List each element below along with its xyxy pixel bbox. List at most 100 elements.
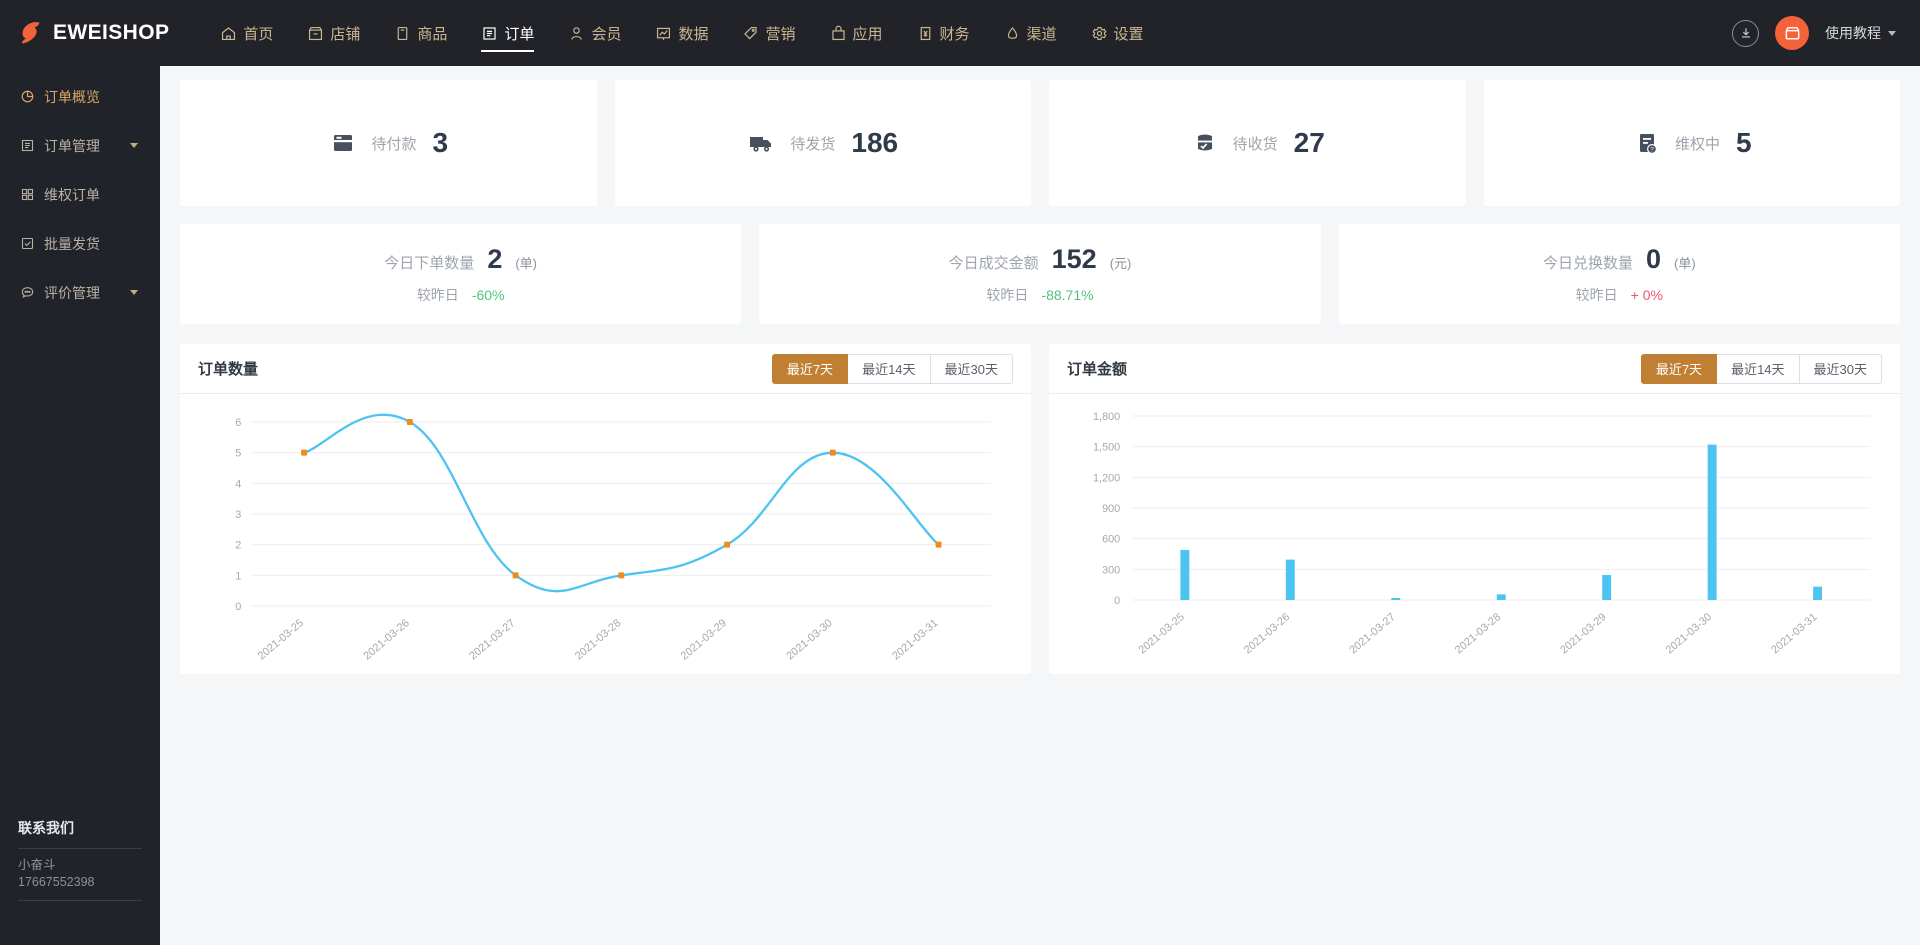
data-point[interactable] (618, 572, 625, 579)
data-point[interactable] (406, 419, 413, 425)
compare-sub-label: 较昨日 (986, 286, 1029, 303)
top-navigation-bar: EWEISHOP 首页 店铺 商品 订单 会员 数据 营销 应用 财务 渠道 设… (0, 0, 1920, 66)
nav-item-shop[interactable]: 店铺 (290, 0, 377, 66)
nav-item-finance[interactable]: 财务 (900, 0, 987, 66)
data-point[interactable] (935, 541, 942, 548)
bar[interactable] (1602, 574, 1612, 600)
marketing-icon (744, 26, 758, 39)
chart-title: 订单数量 (198, 361, 259, 378)
nav-label: 数据 (678, 25, 709, 43)
x-axis-tick: 2021-03-31 (1769, 611, 1819, 656)
bar[interactable] (1707, 444, 1717, 600)
sidebar: 订单概览 订单管理 维权订单 批量发货 评价管理 联系我们 小奋斗 176675… (0, 66, 160, 945)
brand-logo[interactable]: EWEISHOP (18, 20, 169, 46)
range-tab-30days[interactable]: 最近30天 (1799, 353, 1882, 384)
stat-card-rights-protection[interactable]: ? 维权中 5 (1483, 80, 1900, 206)
doc-question-icon: ? (1639, 134, 1657, 155)
y-axis-tick: 1,500 (1093, 442, 1120, 454)
y-axis-tick: 5 (235, 448, 241, 460)
nav-label: 财务 (939, 25, 970, 43)
nav-item-channel[interactable]: 渠道 (987, 0, 1074, 66)
download-icon (1741, 28, 1750, 38)
sidebar-item-order-management[interactable]: 订单管理 (0, 128, 160, 163)
compare-sub-label: 较昨日 (1575, 286, 1618, 303)
y-axis-tick: 600 (1102, 534, 1120, 546)
range-tab-7days[interactable]: 最近7天 (1640, 353, 1718, 384)
contact-phone: 17667552398 (18, 875, 95, 889)
nav-item-home[interactable]: 首页 (203, 0, 290, 66)
bar[interactable] (1391, 598, 1401, 600)
nav-label: 设置 (1113, 25, 1144, 43)
range-tab-14days[interactable]: 最近14天 (1717, 353, 1800, 384)
charts-row: 订单数量 最近7天 最近14天 最近30天 0 1 2 3 4 5 6 2021-03-25 2… (180, 344, 1900, 674)
x-axis-tick: 2021-03-29 (1558, 611, 1608, 656)
nav-label: 店铺 (330, 25, 361, 43)
data-icon (657, 27, 671, 40)
y-axis-tick: 0 (1114, 595, 1120, 607)
nav-label: 应用 (852, 25, 883, 43)
y-axis-tick: 2 (235, 540, 241, 552)
nav-item-goods[interactable]: 商品 (377, 0, 464, 66)
tutorial-menu[interactable]: 使用教程 (1825, 23, 1896, 43)
sidebar-item-rights-orders[interactable]: 维权订单 (0, 177, 160, 212)
data-point[interactable] (512, 572, 519, 579)
bar[interactable] (1813, 586, 1823, 600)
x-axis-tick: 2021-03-26 (361, 617, 411, 662)
grid-icon (21, 188, 34, 201)
bar[interactable] (1496, 594, 1506, 600)
nav-item-app[interactable]: 应用 (813, 0, 900, 66)
sidebar-item-label: 订单管理 (44, 137, 100, 154)
nav-item-marketing[interactable]: 营销 (725, 0, 812, 66)
compare-delta: -88.71% (1041, 286, 1094, 303)
stat-value: 186 (851, 127, 899, 158)
sidebar-item-label: 批量发货 (44, 235, 100, 252)
contact-us-section: 联系我们 小奋斗 17667552398 (0, 818, 160, 901)
compare-card-today-amount: 今日成交金额 152 (元) 较昨日 -88.71% (759, 224, 1321, 324)
chevron-down-icon[interactable] (130, 290, 138, 295)
sidebar-item-batch-shipping[interactable]: 批量发货 (0, 226, 160, 261)
data-point[interactable] (829, 449, 836, 456)
bar[interactable] (1285, 559, 1295, 600)
nav-item-settings[interactable]: 设置 (1074, 0, 1161, 66)
x-axis-tick: 2021-03-28 (1453, 611, 1503, 656)
compare-title: 今日成交金额 (948, 254, 1039, 272)
range-tab-7days[interactable]: 最近7天 (771, 353, 849, 384)
range-tab-30days[interactable]: 最近30天 (930, 353, 1013, 384)
nav-item-member[interactable]: 会员 (551, 0, 638, 66)
settings-icon (1092, 26, 1107, 40)
data-point[interactable] (724, 541, 731, 548)
download-button[interactable] (1732, 19, 1759, 47)
x-axis-tick: 2021-03-31 (890, 617, 940, 662)
card-icon (334, 135, 353, 151)
data-point[interactable] (301, 449, 308, 456)
stat-card-pending-receipt[interactable]: 待收货 27 (1049, 80, 1466, 206)
x-axis-tick: 2021-03-30 (784, 617, 834, 662)
range-tab-14days[interactable]: 最近14天 (848, 353, 931, 384)
bar[interactable] (1180, 549, 1190, 600)
shop-avatar-icon (1785, 26, 1799, 39)
sidebar-item-review-management[interactable]: 评价管理 (0, 275, 160, 310)
stat-card-pending-payment[interactable]: 待付款 3 (180, 80, 597, 206)
parcel-check-icon (1197, 134, 1212, 151)
pie-chart-icon (21, 90, 34, 103)
chevron-down-icon[interactable] (130, 143, 138, 148)
x-axis-tick: 2021-03-26 (1242, 611, 1292, 656)
nav-item-order[interactable]: 订单 (464, 0, 551, 66)
chart-header: 订单数量 最近7天 最近14天 最近30天 (180, 344, 1031, 394)
y-axis-tick: 3 (235, 509, 241, 521)
chart-header: 订单金额 最近7天 最近14天 最近30天 (1049, 344, 1900, 394)
stat-card-pending-shipment[interactable]: 待发货 186 (614, 80, 1031, 206)
eweishop-logo-icon (22, 22, 40, 44)
avatar[interactable] (1775, 16, 1809, 50)
sidebar-item-order-overview[interactable]: 订单概览 (0, 79, 160, 114)
compare-unit: (单) (1674, 255, 1696, 271)
stat-value: 27 (1293, 127, 1325, 158)
finance-icon (920, 26, 930, 40)
nav-item-data[interactable]: 数据 (638, 0, 725, 66)
home-icon (222, 26, 236, 40)
order-icon (483, 26, 497, 40)
stat-label: 待发货 (790, 135, 836, 153)
range-tabs: 最近7天 最近14天 最近30天 (771, 353, 1013, 384)
compare-card-today-orders: 今日下单数量 2 (单) 较昨日 -60% (180, 224, 742, 324)
x-axis-tick: 2021-03-27 (467, 617, 517, 662)
